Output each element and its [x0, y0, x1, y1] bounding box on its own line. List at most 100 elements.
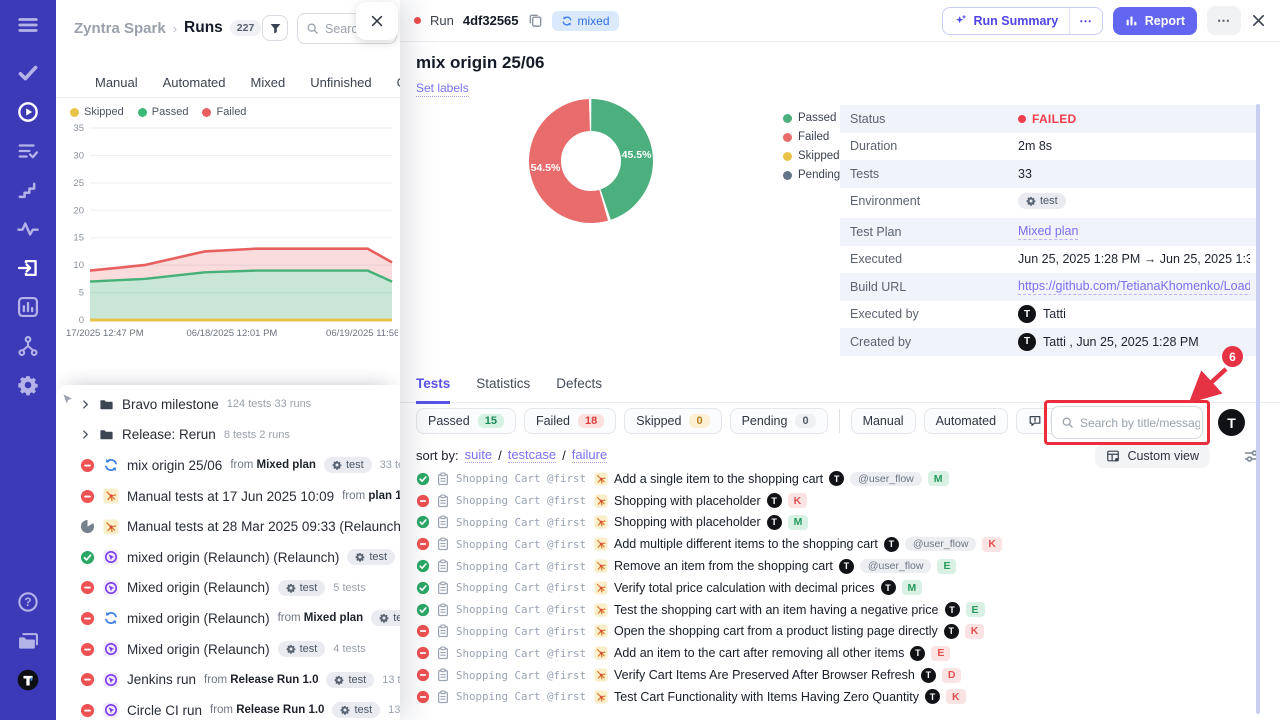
- test-row[interactable]: Shopping Cart @first... Verify Cart Items…: [400, 664, 1274, 686]
- tab-tests[interactable]: Tests: [416, 376, 450, 404]
- help-icon[interactable]: ?: [17, 591, 39, 613]
- passed-status-icon: [80, 550, 95, 565]
- check-icon[interactable]: [17, 62, 39, 84]
- run-row[interactable]: Jenkins runfrom Release Run 1.0test13 te…: [56, 664, 400, 695]
- sort-link-testcase[interactable]: testcase: [508, 447, 556, 463]
- filter-failed[interactable]: Failed18: [524, 408, 616, 434]
- close-run-icon[interactable]: [1251, 13, 1266, 28]
- test-row[interactable]: Shopping Cart @first... Shopping with pla…: [400, 490, 1274, 512]
- test-title[interactable]: Open the shopping cart from a product li…: [614, 624, 938, 638]
- swirl-icon: [103, 702, 119, 718]
- test-suite[interactable]: Shopping Cart @first...: [456, 560, 588, 573]
- test-row[interactable]: Shopping Cart @first... Open the shopping…: [400, 621, 1274, 643]
- test-suite[interactable]: Shopping Cart @first...: [456, 472, 588, 485]
- run-folder-row[interactable]: Bravo milestone124 tests 33 runs: [56, 389, 400, 420]
- library-icon[interactable]: [17, 630, 39, 652]
- user-avatar[interactable]: T: [1218, 409, 1245, 436]
- test-row[interactable]: Shopping Cart @first... Add a single item…: [400, 468, 1274, 490]
- test-suite[interactable]: Shopping Cart @first...: [456, 516, 588, 529]
- test-row[interactable]: Shopping Cart @first... Test Cart Functio…: [400, 686, 1274, 708]
- run-row[interactable]: Circle CI runfrom Release Run 1.0test13 …: [56, 695, 400, 720]
- test-title[interactable]: Add multiple different items to the shop…: [614, 537, 878, 551]
- test-title[interactable]: Remove an item from the shopping cart: [614, 559, 833, 573]
- run-row[interactable]: Mixed origin (Relaunch)test4 tests: [56, 634, 400, 665]
- test-suite[interactable]: Shopping Cart @first...: [456, 538, 588, 551]
- run-row[interactable]: mixed origin (Relaunch)from Mixed plante…: [56, 603, 400, 634]
- run-row[interactable]: mix origin 25/06from Mixed plantest33 te…: [56, 450, 400, 481]
- sort-link-failure[interactable]: failure: [572, 447, 607, 463]
- detail-row-created-by: Created byTTatti , Jun 25, 2025 1:28 PM: [840, 328, 1260, 356]
- list-check-icon[interactable]: [17, 140, 39, 162]
- filter-passed[interactable]: Passed15: [416, 408, 516, 434]
- vertical-scrollbar[interactable]: [1256, 104, 1260, 714]
- import-icon[interactable]: [17, 257, 39, 279]
- breadcrumb-project[interactable]: Zyntra Spark: [74, 20, 166, 37]
- test-row[interactable]: Shopping Cart @first... Verify total pric…: [400, 577, 1274, 599]
- test-title[interactable]: Test the shopping cart with an item havi…: [614, 603, 939, 617]
- tab-defects[interactable]: Defects: [556, 376, 602, 402]
- chevron-right-icon[interactable]: [80, 429, 91, 440]
- runs-tab-unfinished[interactable]: Unfinished: [310, 75, 371, 90]
- test-letter-badge: E: [966, 602, 985, 617]
- test-row[interactable]: Shopping Cart @first... Test the shopping…: [400, 599, 1274, 621]
- tab-statistics[interactable]: Statistics: [476, 376, 530, 402]
- run-row[interactable]: Manual tests at 28 Mar 2025 09:33 (Relau…: [56, 511, 400, 542]
- test-search[interactable]: [1051, 406, 1203, 439]
- test-title[interactable]: Shopping with placeholder: [614, 515, 761, 529]
- test-suite[interactable]: Shopping Cart @first...: [456, 603, 588, 616]
- run-row[interactable]: Mixed origin (Relaunch)test5 tests: [56, 573, 400, 604]
- bar-chart-icon[interactable]: [17, 296, 39, 318]
- test-suite[interactable]: Shopping Cart @first...: [456, 690, 588, 703]
- test-suite[interactable]: Shopping Cart @first...: [456, 647, 588, 660]
- runs-tab-g[interactable]: G: [397, 75, 400, 90]
- test-title[interactable]: Shopping with placeholder: [614, 494, 761, 508]
- more-actions-button[interactable]: ⋯: [1207, 6, 1241, 35]
- filter-button[interactable]: [262, 15, 288, 41]
- logo-t-icon[interactable]: [17, 669, 39, 691]
- run-summary-button[interactable]: Run Summary: [943, 8, 1069, 34]
- set-labels-link[interactable]: Set labels: [416, 81, 469, 97]
- gear-icon[interactable]: [17, 374, 39, 396]
- test-title[interactable]: Verify Cart Items Are Preserved After Br…: [614, 668, 915, 682]
- run-summary-more-button[interactable]: ⋯: [1069, 8, 1102, 34]
- menu-icon[interactable]: [17, 14, 39, 36]
- test-title[interactable]: Verify total price calculation with deci…: [614, 581, 875, 595]
- branch-icon[interactable]: [17, 335, 39, 357]
- run-tests-count: 5 tests: [333, 582, 365, 594]
- test-row[interactable]: Shopping Cart @first... Add an item to th…: [400, 642, 1274, 664]
- test-letter-badge: M: [788, 515, 809, 530]
- report-button[interactable]: Report: [1113, 7, 1197, 35]
- passed-status-icon: [416, 603, 430, 617]
- test-title[interactable]: Test Cart Functionality with Items Havin…: [614, 690, 919, 704]
- run-row[interactable]: Manual tests at 17 Jun 2025 10:09from pl…: [56, 481, 400, 512]
- test-search-input[interactable]: [1080, 416, 1200, 430]
- test-suite[interactable]: Shopping Cart @first...: [456, 581, 588, 594]
- test-suite[interactable]: Shopping Cart @first...: [456, 494, 588, 507]
- chevron-right-icon[interactable]: [80, 399, 91, 410]
- steps-icon[interactable]: [17, 179, 39, 201]
- play-circle-icon[interactable]: [17, 101, 39, 123]
- test-row[interactable]: Shopping Cart @first... Add multiple diff…: [400, 533, 1274, 555]
- runs-tab-manual[interactable]: Manual: [95, 75, 138, 90]
- filter-pending[interactable]: Pending0: [730, 408, 828, 434]
- sort-link-suite[interactable]: suite: [465, 447, 492, 463]
- test-row[interactable]: Shopping Cart @first... Remove an item fr…: [400, 555, 1274, 577]
- test-suite[interactable]: Shopping Cart @first...: [456, 669, 588, 682]
- test-suite[interactable]: Shopping Cart @first...: [456, 625, 588, 638]
- runs-tab-automated[interactable]: Automated: [163, 75, 226, 90]
- run-row[interactable]: mixed origin (Relaunch) (Relaunch)test: [56, 542, 400, 573]
- custom-view-button[interactable]: Custom view: [1095, 444, 1210, 468]
- filter-automated[interactable]: Automated: [924, 408, 1008, 434]
- close-panel-button[interactable]: [356, 2, 398, 40]
- filter-skipped[interactable]: Skipped0: [624, 408, 721, 434]
- detail-link[interactable]: Mixed plan: [1018, 224, 1078, 240]
- test-title[interactable]: Add a single item to the shopping cart: [614, 472, 823, 486]
- test-title[interactable]: Add an item to the cart after removing a…: [614, 646, 904, 660]
- runs-tab-mixed[interactable]: Mixed: [251, 75, 286, 90]
- filter-manual[interactable]: Manual: [851, 408, 916, 434]
- copy-icon[interactable]: [528, 13, 543, 28]
- run-folder-row[interactable]: Release: Rerun8 tests 2 runs: [56, 420, 400, 451]
- pulse-icon[interactable]: [17, 218, 39, 240]
- detail-link[interactable]: https://github.com/TetianaKhomenko/Load-…: [1018, 279, 1250, 295]
- test-row[interactable]: Shopping Cart @first... Shopping with pla…: [400, 512, 1274, 534]
